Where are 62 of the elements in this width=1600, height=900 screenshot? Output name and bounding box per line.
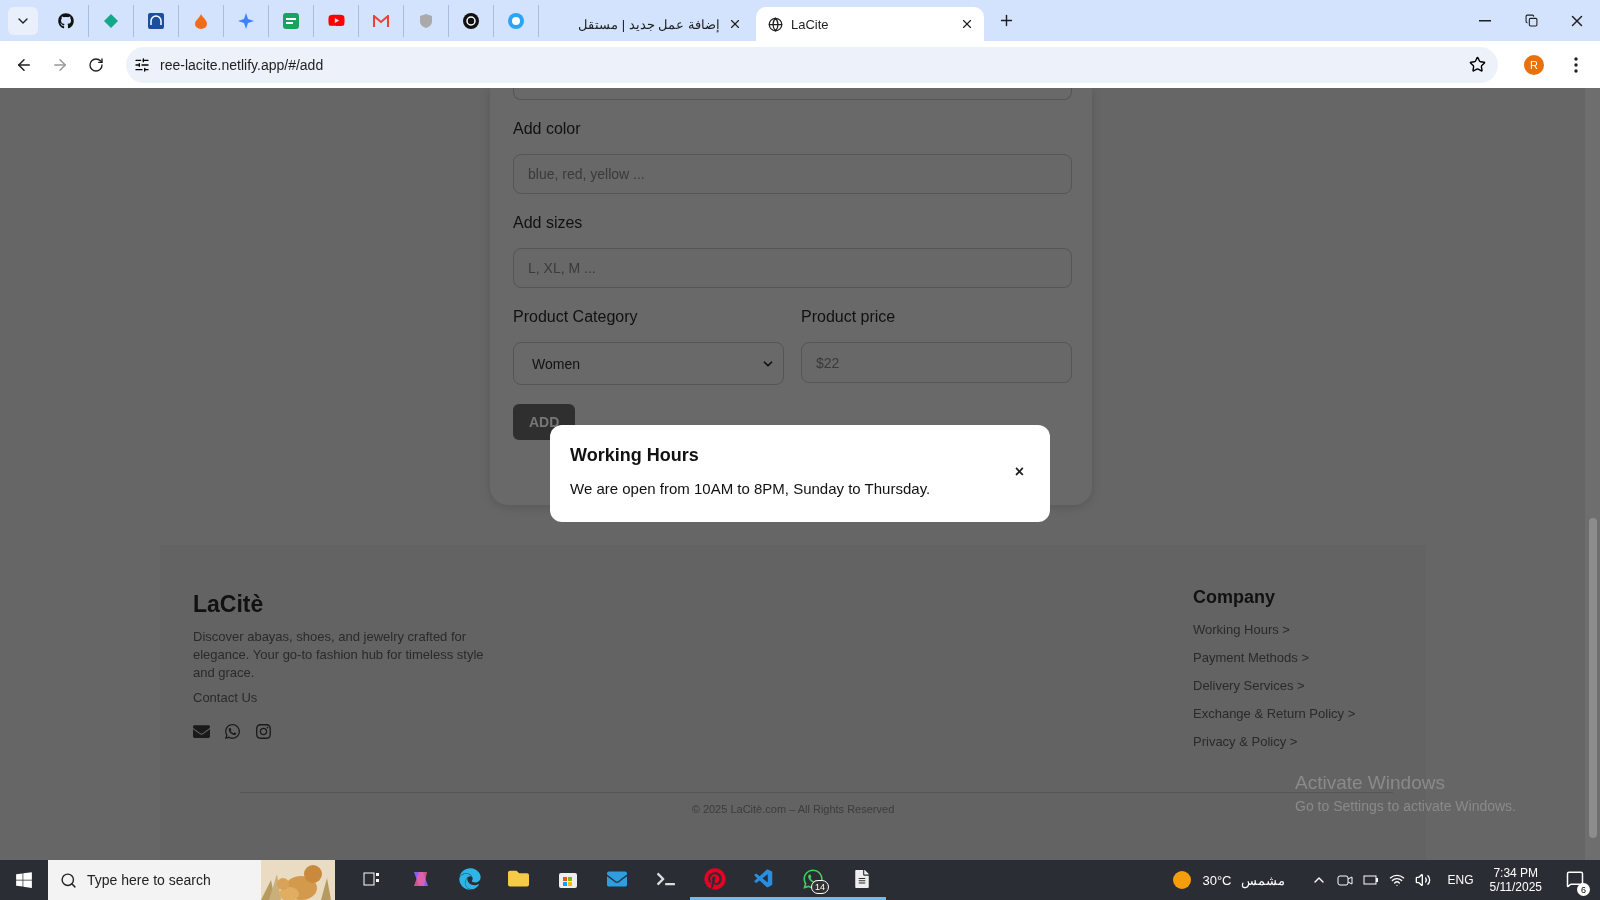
footer-heading: Company: [1193, 587, 1276, 608]
circle-icon: [508, 12, 524, 29]
notification-count: 6: [1577, 883, 1590, 896]
notifications-button[interactable]: 6: [1558, 862, 1592, 898]
shield-icon: [418, 12, 434, 29]
windows-logo-icon: [15, 871, 33, 889]
sparkle-icon: [238, 12, 254, 29]
instagram-icon: [255, 723, 272, 740]
search-field[interactable]: Type here to search: [48, 860, 335, 900]
whatsapp-icon: [224, 723, 241, 740]
code-editor-icon: [752, 867, 775, 890]
tab-search-button[interactable]: [8, 6, 38, 35]
search-icon: [60, 871, 77, 889]
input-field[interactable]: [513, 88, 1072, 100]
sun-icon: [1172, 870, 1193, 890]
folder-icon: [508, 868, 529, 889]
site-settings-icon: [134, 56, 150, 73]
clock[interactable]: 7:34 PM 5/11/2025: [1489, 866, 1542, 894]
reload-icon: [88, 56, 104, 73]
field-label: Product price: [801, 308, 897, 326]
field-label: Add sizes: [513, 214, 584, 232]
notification-icon: [1566, 869, 1584, 888]
weather-condition: مشمس: [1241, 872, 1286, 888]
dialog-message: We are open from 10AM to 8PM, Sunday to Thursday.: [570, 480, 932, 497]
battery-icon: [1363, 873, 1380, 887]
field-label: Product Category: [513, 308, 639, 326]
language-indicator[interactable]: ENG: [1447, 873, 1474, 887]
taskbar-app[interactable]: 14: [788, 860, 837, 900]
brand-name: LaCitè: [193, 591, 265, 618]
url-text: ree-lacite.netlify.app/#/add: [160, 56, 325, 73]
volume-icon: [1415, 872, 1432, 888]
menu-icon: [1574, 56, 1578, 73]
mail-icon: [193, 723, 210, 740]
restore-icon: [1524, 14, 1538, 27]
browser-tab[interactable]: إضافة عمل جديد | مستقل: [557, 7, 752, 41]
close-button[interactable]: ×: [1014, 463, 1024, 481]
github-icon: [58, 12, 74, 29]
bookmark-star-icon: [1469, 56, 1486, 73]
brand-description: Discover abayas, shoes, and jewelry crafted for elegance. Your go-to fashion hub for timeless style and grace.: [193, 628, 485, 682]
close-icon: [960, 17, 974, 31]
dialog-title: Working Hours: [570, 445, 700, 466]
flame-icon: [194, 12, 208, 29]
unread-badge: 14: [811, 880, 829, 894]
camera-icon: [1337, 873, 1354, 887]
field-label: Add color: [513, 120, 582, 138]
address-bar[interactable]: ree-lacite.netlify.app/#/add: [126, 46, 1498, 83]
document-icon: [852, 869, 871, 888]
minimize-icon: [1479, 19, 1491, 22]
globe-icon: [768, 16, 783, 32]
chat-icon: [283, 12, 299, 29]
diamond-icon: [103, 12, 119, 29]
bridge-icon: [148, 12, 164, 29]
browser-icon: [458, 867, 481, 890]
play-icon: [327, 12, 345, 29]
mail-icon: [373, 14, 389, 27]
scrollbar[interactable]: [1585, 88, 1600, 860]
close-icon: [728, 17, 742, 31]
task-view-icon: [362, 870, 381, 887]
temperature-text: 30°C: [1202, 872, 1232, 888]
pin-icon: [703, 867, 726, 890]
wifi-icon: [1389, 872, 1406, 888]
browser-tab[interactable]: LaCite: [756, 7, 984, 41]
